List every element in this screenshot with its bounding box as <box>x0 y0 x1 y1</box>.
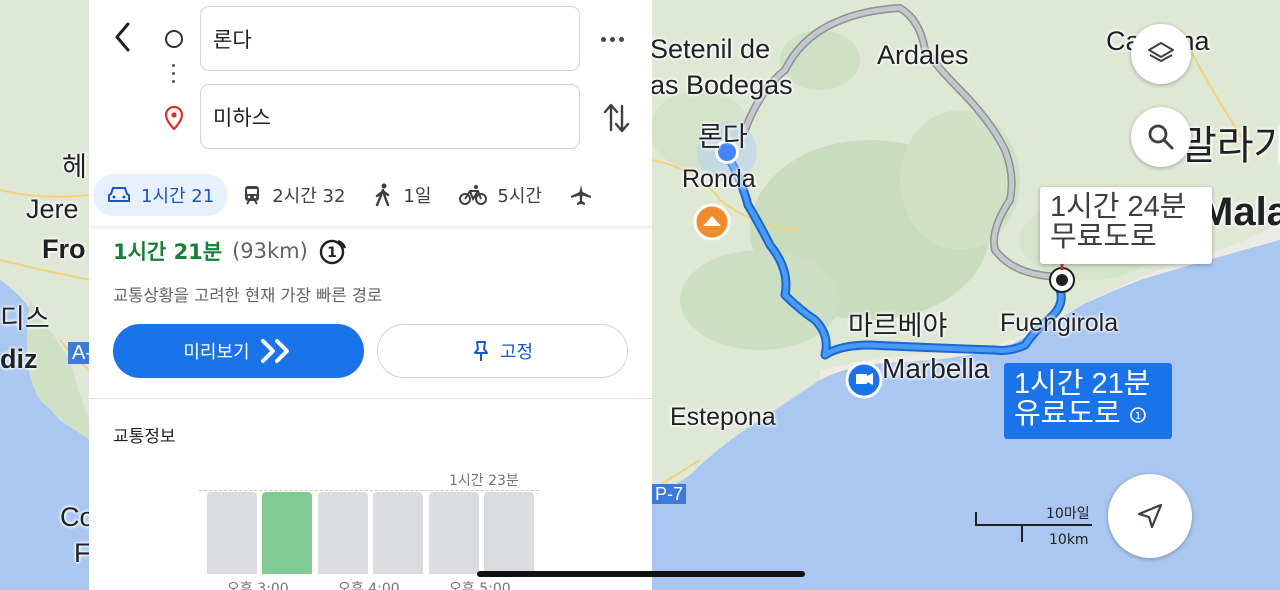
tab-flight[interactable] <box>556 174 606 216</box>
layers-icon <box>1148 42 1174 62</box>
road-shield-ap7: P-7 <box>652 484 687 504</box>
travel-mode-tabs: 1시간 21 2시간 32 1일 5시간 <box>93 174 652 216</box>
home-indicator[interactable] <box>477 571 805 577</box>
svg-text:1: 1 <box>327 245 337 261</box>
tab-bike[interactable]: 5시간 <box>445 174 556 216</box>
origin-input[interactable]: 론다 <box>200 6 580 71</box>
traffic-bar[interactable] <box>207 492 257 574</box>
bike-icon <box>459 185 488 205</box>
traffic-x-label: 오후 4:00 <box>338 581 400 590</box>
back-arrow-icon[interactable] <box>111 20 133 54</box>
map-label-malaga-ko: 말라가 <box>1180 124 1280 168</box>
map-label-ronda: Ronda <box>682 165 756 193</box>
traffic-x-label: 오후 5:00 <box>449 581 511 590</box>
scale-km: 10km <box>1049 532 1089 548</box>
map-label-jerez: Jere <box>26 194 79 224</box>
navigation-arrow-icon <box>1137 503 1163 529</box>
alt-route-callout[interactable]: 1시간 24분 무료도로 <box>1040 187 1212 264</box>
toll-road-icon: 1 <box>319 239 346 265</box>
tab-transit-label: 2시간 32 <box>272 186 346 207</box>
map-label-estepona: Estepona <box>670 403 776 431</box>
main-route-callout[interactable]: 1시간 21분 유료도로 1 <box>1004 363 1172 439</box>
mode-divider <box>89 226 652 230</box>
traffic-bar[interactable] <box>484 492 534 574</box>
more-options-button[interactable] <box>601 30 631 48</box>
traffic-peak-label: 1시간 23분 <box>449 473 519 489</box>
origin-circle-icon <box>165 30 183 48</box>
traffic-bar-current[interactable] <box>262 492 312 574</box>
walk-icon <box>376 183 390 207</box>
swap-icon[interactable] <box>601 100 631 136</box>
pin-button-label: 고정 <box>499 342 534 363</box>
tab-drive[interactable]: 1시간 21 <box>93 174 229 216</box>
route-dots-icon <box>172 64 176 88</box>
tab-transit[interactable]: 2시간 32 <box>228 174 359 216</box>
map-label-ronda-ko: 론다 <box>698 122 748 152</box>
toll-badge-icon: 1 <box>1129 406 1146 423</box>
plane-icon <box>571 185 591 205</box>
train-icon <box>245 186 260 205</box>
map-label-cadiz-ko: 디스 <box>0 304 50 334</box>
traffic-section-title: 교통정보 <box>113 427 176 447</box>
map-label-frontera: Fro <box>42 234 86 264</box>
map-label-marbella-ko: 마르베야 <box>848 311 948 341</box>
tab-walk[interactable]: 1일 <box>359 174 445 216</box>
traffic-bar[interactable] <box>318 492 368 574</box>
traffic-x-label: 오후 3:00 <box>227 581 289 590</box>
map-label-marbella: Marbella <box>882 353 990 384</box>
tab-bike-label: 5시간 <box>497 186 542 207</box>
car-icon <box>108 187 130 202</box>
directions-panel: 론다 미하스 1시간 21 2시간 32 1일 5시간 1시간 21분 (93k… <box>89 0 652 590</box>
pin-icon <box>473 341 488 361</box>
route-summary: 1시간 21분 (93km) 1 <box>113 236 348 266</box>
route-duration: 1시간 21분 <box>113 240 223 264</box>
layers-button[interactable] <box>1131 24 1191 84</box>
map-label-cadiz: diz <box>0 344 38 374</box>
map-label-he: 헤 <box>62 152 87 182</box>
poi-viewpoint-icon[interactable] <box>693 203 731 241</box>
route-distance: (93km) <box>232 239 308 263</box>
main-route-time: 1시간 21분 <box>1014 368 1151 400</box>
map-label-ardales: Ardales <box>877 40 969 70</box>
route-description: 교통상황을 고려한 현재 가장 빠른 경로 <box>113 286 383 305</box>
destination-pin-icon <box>164 106 184 130</box>
tab-walk-label: 1일 <box>403 186 432 207</box>
map-label-malaga: Malaga <box>1200 190 1280 234</box>
map-label-setenil-bodegas: as Bodegas <box>650 70 793 100</box>
svg-text:1: 1 <box>1135 411 1141 422</box>
search-icon <box>1148 124 1174 150</box>
destination-input[interactable]: 미하스 <box>200 84 580 149</box>
traffic-bar[interactable] <box>373 492 423 574</box>
scale-miles: 10마일 <box>1046 506 1090 522</box>
tab-drive-label: 1시간 21 <box>141 186 215 207</box>
section-divider <box>89 398 652 399</box>
main-route-type: 유료도로 <box>1014 398 1121 431</box>
search-along-route-button[interactable] <box>1131 107 1191 167</box>
preview-button[interactable]: 미리보기 <box>113 324 364 378</box>
pin-button[interactable]: 고정 <box>377 324 628 378</box>
alt-route-time: 1시간 24분 <box>1050 191 1187 223</box>
map-label-fuengirola: Fuengirola <box>1000 309 1119 337</box>
double-chevron-icon <box>260 339 289 363</box>
traffic-bar[interactable] <box>429 492 479 574</box>
alt-route-type: 무료도로 <box>1050 221 1157 254</box>
traffic-peak-line <box>199 490 539 491</box>
toll-icon[interactable] <box>845 361 883 399</box>
my-location-button[interactable] <box>1108 474 1192 558</box>
preview-button-label: 미리보기 <box>183 342 250 363</box>
map-label-setenil: Setenil de <box>650 34 771 64</box>
